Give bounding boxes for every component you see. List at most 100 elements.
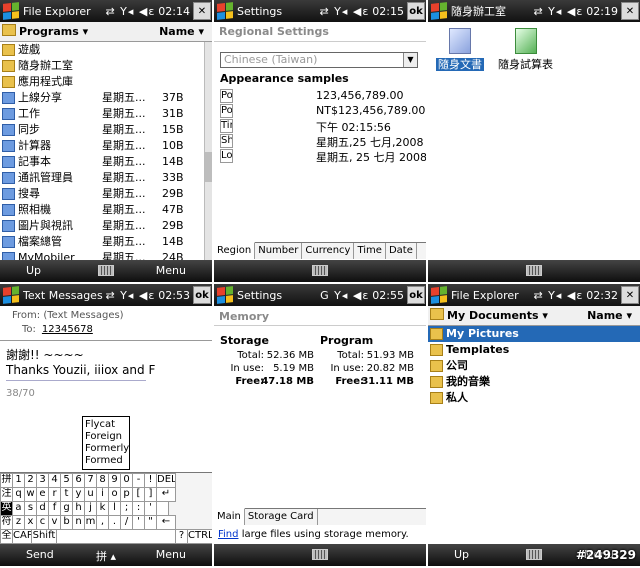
keyboard-key[interactable]: ←	[156, 515, 176, 530]
program-inuse-label: In use:	[330, 363, 364, 374]
keyboard-key[interactable]: DEL	[156, 473, 176, 488]
item-name: 隨身辦工室	[18, 59, 73, 72]
folder-icon	[2, 76, 15, 88]
sort-dropdown[interactable]: Name ▾	[587, 309, 632, 322]
list-item[interactable]: 隨身辦工室	[0, 58, 212, 74]
folder-icon	[2, 60, 15, 72]
close-button[interactable]: ✕	[621, 2, 639, 20]
list-item[interactable]: 照相機 星期五... 47B	[0, 202, 212, 218]
tab-storage-card[interactable]: Storage Card	[245, 509, 318, 525]
locale-select[interactable]: Chinese (Taiwan) ▼	[220, 52, 418, 68]
windows-start-icon[interactable]	[3, 286, 19, 304]
ok-button[interactable]: ok	[407, 2, 425, 20]
title-bar: Settings G Y◂ ◀ε 02:55 ok	[214, 284, 426, 306]
word-mobile-item[interactable]: 隨身文書	[436, 28, 484, 72]
tab-region[interactable]: Region	[214, 242, 256, 259]
menu-softkey[interactable]: Menu	[156, 264, 186, 277]
list-item[interactable]: 遊戲	[0, 42, 212, 58]
folder-bar: My Documents ▾ Name ▾	[428, 306, 640, 326]
windows-start-icon[interactable]	[431, 286, 447, 304]
sort-dropdown[interactable]: Name ▾	[159, 25, 204, 38]
scrollbar[interactable]	[204, 42, 212, 260]
tab-date[interactable]: Date	[386, 243, 417, 259]
tab-main[interactable]: Main	[214, 508, 245, 525]
item-size: 14B	[162, 155, 184, 168]
send-softkey[interactable]: Send	[26, 548, 54, 561]
list-item[interactable]: My Pictures	[428, 326, 640, 342]
list-item[interactable]: Templates	[428, 342, 640, 358]
clock[interactable]: 02:53	[158, 289, 190, 302]
keyboard-icon[interactable]	[312, 549, 328, 560]
status-icons[interactable]: G Y◂ ◀ε	[320, 289, 369, 302]
status-icons[interactable]: ⇄ Y◂ ◀ε	[105, 5, 155, 18]
clock[interactable]: 02:14	[158, 5, 190, 18]
up-softkey[interactable]: Up	[26, 264, 41, 277]
list-item[interactable]: 計算器 星期五... 10B	[0, 138, 212, 154]
keyboard-icon[interactable]	[526, 265, 542, 276]
list-item[interactable]: 公司	[428, 358, 640, 374]
clock[interactable]: 02:55	[372, 289, 404, 302]
clock[interactable]: 02:19	[586, 5, 618, 18]
suggestion-item[interactable]: Formed	[85, 455, 127, 467]
list-item[interactable]: 工作 星期五... 31B	[0, 106, 212, 122]
windows-start-icon[interactable]	[3, 2, 19, 20]
menu-softkey[interactable]: Menu	[156, 548, 186, 561]
item-name: 上線分享	[18, 91, 62, 104]
clock[interactable]: 02:15	[372, 5, 404, 18]
keyboard-icon[interactable]	[312, 265, 328, 276]
list-item[interactable]: 私人	[428, 390, 640, 406]
windows-start-icon[interactable]	[217, 286, 233, 304]
folder-dropdown[interactable]: Programs ▾	[19, 25, 88, 38]
keyboard-key[interactable]: Shift	[31, 529, 57, 544]
to-field[interactable]: To: 12345678	[22, 324, 93, 335]
item-date: 星期五...	[102, 91, 146, 104]
from-label: From:	[12, 310, 41, 321]
suggestion-item[interactable]: Foreign	[85, 431, 127, 443]
keyboard-key[interactable]: CAP	[12, 529, 32, 544]
keyboard-row: 拼 1 2 3 4 5 6 7 8 9 0-! DEL	[0, 473, 212, 488]
list-item[interactable]: 記事本 星期五... 14B	[0, 154, 212, 170]
to-recipient[interactable]: 12345678	[42, 324, 93, 335]
list-item[interactable]: 通訊管理員 星期五... 33B	[0, 170, 212, 186]
close-button[interactable]: ✕	[193, 2, 211, 20]
message-body-input[interactable]: 謝謝!! ~~~~ Thanks Youzii, iiiox and F	[6, 348, 206, 378]
status-icons[interactable]: ⇄ Y◂ ◀ε	[533, 289, 583, 302]
list-item[interactable]: 同步 星期五... 15B	[0, 122, 212, 138]
list-item[interactable]: 圖片與視訊 星期五... 29B	[0, 218, 212, 234]
input-method-selector[interactable]: 拼 ▴	[96, 548, 116, 564]
windows-start-icon[interactable]	[431, 2, 447, 20]
list-item[interactable]: 搜尋 星期五... 29B	[0, 186, 212, 202]
status-icons[interactable]: ⇄ Y◂ ◀ε	[533, 5, 583, 18]
find-link[interactable]: Find	[218, 529, 239, 540]
status-icons[interactable]: ⇄ Y◂ ◀ε	[319, 5, 369, 18]
list-item[interactable]: 檔案總管 星期五... 14B	[0, 234, 212, 250]
tab-time[interactable]: Time	[354, 243, 386, 259]
keyboard-icon[interactable]	[526, 549, 542, 560]
keyboard-key[interactable]: ↵	[156, 487, 176, 502]
folder-dropdown[interactable]: My Documents ▾	[447, 309, 548, 322]
excel-spreadsheet-icon	[514, 28, 537, 54]
chevron-down-icon[interactable]: ▼	[403, 53, 417, 67]
clock[interactable]: 02:32	[586, 289, 618, 302]
ok-button[interactable]: ok	[407, 286, 425, 304]
scroll-thumb[interactable]	[205, 152, 212, 182]
list-item[interactable]: 應用程式庫	[0, 74, 212, 90]
excel-mobile-item[interactable]: 隨身試算表	[498, 28, 553, 72]
windows-start-icon[interactable]	[217, 2, 233, 20]
status-icons[interactable]: ⇄ Y◂ ◀ε	[105, 289, 155, 302]
keyboard-key[interactable]: CTRL	[187, 529, 212, 544]
suggestion-item[interactable]: Formerly	[85, 443, 129, 455]
suggestion-item[interactable]: Flycat	[85, 419, 127, 431]
list-item[interactable]: 我的音樂	[428, 374, 640, 390]
up-softkey[interactable]: Up	[454, 548, 469, 561]
tab-number[interactable]: Number	[255, 243, 303, 259]
folder-icon	[430, 360, 443, 372]
list-item[interactable]: 上線分享 星期五... 37B	[0, 90, 212, 106]
tab-currency[interactable]: Currency	[302, 243, 355, 259]
keyboard-row: 全 CAP Shift ? CTRL	[0, 529, 212, 544]
close-button[interactable]: ✕	[621, 286, 639, 304]
keyboard-icon[interactable]	[98, 265, 114, 276]
keyboard-key[interactable]	[156, 501, 169, 516]
keyboard-key[interactable]	[56, 529, 176, 544]
ok-button[interactable]: ok	[193, 286, 211, 304]
